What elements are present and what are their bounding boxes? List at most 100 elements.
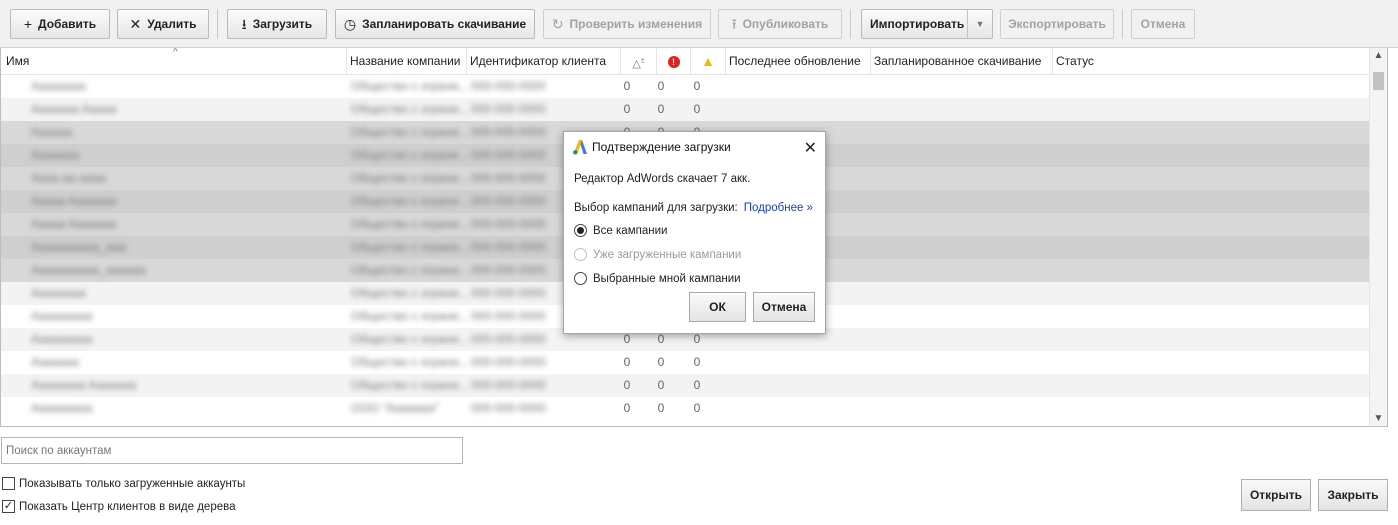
cell-company: Общество с ограни... bbox=[351, 309, 469, 323]
cell-client-id: 000-000-0000 bbox=[471, 355, 546, 369]
column-client-id[interactable]: Идентификатор клиента bbox=[467, 48, 621, 74]
delete-button[interactable]: ✕ Удалить bbox=[117, 9, 209, 39]
cell-client-id: 000-000-0000 bbox=[471, 332, 546, 346]
cell-name: Aaaaaaaaaa_aaa bbox=[31, 240, 126, 254]
add-button[interactable]: + Добавить bbox=[10, 9, 110, 39]
column-warnings[interactable]: ▲ bbox=[691, 48, 726, 74]
cell-company: Общество с ограни... bbox=[351, 240, 469, 254]
cell-name: Aaaaaaaaaa_aaaaaa bbox=[31, 263, 146, 277]
download-icon: ⭳ bbox=[241, 16, 247, 32]
cell-company: ООО "Aaaaaaa" bbox=[351, 401, 439, 415]
dialog-cancel-button[interactable]: Отмена bbox=[753, 292, 815, 322]
dialog-close-icon[interactable]: ✕ bbox=[804, 138, 817, 158]
more-info-link[interactable]: Подробнее » bbox=[744, 202, 813, 214]
cell-company: Общество с ограни... bbox=[351, 355, 469, 369]
toolbar-divider bbox=[217, 9, 218, 39]
cell-client-id: 000-000-0000 bbox=[471, 240, 546, 254]
checkbox-unchecked[interactable] bbox=[2, 477, 15, 490]
account-search-input[interactable] bbox=[1, 437, 463, 464]
column-changes[interactable]: △± bbox=[621, 48, 657, 74]
checkbox-checked[interactable]: ✓ bbox=[2, 500, 15, 513]
vertical-scrollbar[interactable]: ▲ ▼ bbox=[1369, 48, 1387, 426]
radio-button[interactable] bbox=[574, 248, 587, 261]
radio-selected-campaigns[interactable]: Выбранные мной кампании bbox=[574, 272, 741, 285]
scrollbar-thumb[interactable] bbox=[1373, 72, 1384, 90]
cell-name: Aaaaaaaa bbox=[31, 79, 86, 93]
only-loaded-checkbox-row[interactable]: Показывать только загруженные аккаунты bbox=[2, 477, 245, 490]
cell-company: Общество с ограни... bbox=[351, 79, 469, 93]
cell-client-id: 000-000-0000 bbox=[471, 378, 546, 392]
cell-company: Общество с ограни... bbox=[351, 125, 469, 139]
table-row[interactable]: Aaaaaaaaa ООО "Aaaaaaa" 000-000-0000 0 0 0 bbox=[1, 397, 1371, 420]
cell-warnings-count: 0 bbox=[693, 102, 701, 116]
column-company[interactable]: Название компании bbox=[347, 48, 467, 74]
ok-button[interactable]: ОК bbox=[689, 292, 746, 322]
cell-client-id: 000-000-0000 bbox=[471, 217, 546, 231]
cell-name: Aaaaaa bbox=[31, 125, 73, 139]
column-scheduled[interactable]: Запланированное скачивание bbox=[871, 48, 1053, 74]
cell-company: Общество с ограни... bbox=[351, 194, 469, 208]
cell-changes-count: 0 bbox=[623, 378, 631, 392]
error-icon: ! bbox=[667, 55, 680, 68]
cell-errors-count: 0 bbox=[657, 401, 665, 415]
column-name[interactable]: ^ Имя bbox=[3, 48, 347, 74]
cell-client-id: 000-000-0000 bbox=[471, 171, 546, 185]
cell-name: Aaaaaaaaa bbox=[31, 309, 93, 323]
dialog-message: Редактор AdWords скачает 7 акк. bbox=[574, 173, 751, 185]
toolbar-divider bbox=[1122, 9, 1123, 39]
open-button[interactable]: Открыть bbox=[1241, 479, 1311, 511]
cell-client-id: 000-000-0000 bbox=[471, 263, 546, 277]
cell-name: Aaaaaaa bbox=[31, 355, 80, 369]
publish-button[interactable]: ⭱ Опубликовать bbox=[718, 9, 842, 39]
tree-view-checkbox-row[interactable]: ✓ Показать Центр клиентов в виде дерева bbox=[2, 500, 235, 513]
close-button[interactable]: Закрыть bbox=[1318, 479, 1388, 511]
cell-warnings-count: 0 bbox=[693, 355, 701, 369]
radio-loaded-campaigns[interactable]: Уже загруженные кампании bbox=[574, 248, 741, 261]
cell-name: Aaaaaaaaa bbox=[31, 332, 93, 346]
cell-name: Aaaaa Aaaaaaa bbox=[31, 217, 117, 231]
cell-warnings-count: 0 bbox=[693, 378, 701, 392]
cell-name: Aaaaaaa Aaaaa bbox=[31, 102, 117, 116]
column-status[interactable]: Статус bbox=[1053, 48, 1371, 74]
cell-name: Aaaa aa aaaa bbox=[31, 171, 106, 185]
campaign-choice-row: Выбор кампаний для загрузки: Подробнее » bbox=[574, 202, 813, 214]
cell-errors-count: 0 bbox=[657, 378, 665, 392]
radio-button[interactable] bbox=[574, 224, 587, 237]
cell-client-id: 000-000-0000 bbox=[471, 79, 546, 93]
cell-company: Общество с ограни... bbox=[351, 286, 469, 300]
table-row[interactable]: Aaaaaaaa Aaaaaaa Общество с ограни... 000-… bbox=[1, 374, 1371, 397]
close-icon: ✕ bbox=[129, 16, 142, 32]
cell-errors-count: 0 bbox=[657, 102, 665, 116]
download-confirm-dialog: Подтверждение загрузки ✕ Редактор AdWord… bbox=[563, 131, 826, 334]
scroll-down-icon[interactable]: ▼ bbox=[1370, 413, 1387, 424]
refresh-icon: ↻ bbox=[551, 16, 564, 32]
cell-name: Aaaaaaaa bbox=[31, 286, 86, 300]
column-errors[interactable]: ! bbox=[657, 48, 691, 74]
check-changes-button[interactable]: ↻ Проверить изменения bbox=[543, 9, 711, 39]
cell-name: Aaaaaaa bbox=[31, 148, 80, 162]
download-button[interactable]: ⭳ Загрузить bbox=[227, 9, 327, 39]
adwords-logo-icon bbox=[573, 140, 587, 155]
toolbar-cancel-button[interactable]: Отмена bbox=[1131, 9, 1195, 39]
table-row[interactable]: Aaaaaaaa Общество с ограни... 000-000-0000… bbox=[1, 75, 1371, 98]
column-last-update[interactable]: Последнее обновление bbox=[726, 48, 871, 74]
cell-changes-count: 0 bbox=[623, 355, 631, 369]
cell-company: Общество с ограни... bbox=[351, 171, 469, 185]
cell-company: Общество с ограни... bbox=[351, 102, 469, 116]
cell-client-id: 000-000-0000 bbox=[471, 102, 546, 116]
export-button[interactable]: Экспортировать bbox=[1000, 9, 1114, 39]
cell-name: Aaaaaaaaa bbox=[31, 401, 93, 415]
radio-all-campaigns[interactable]: Все кампании bbox=[574, 224, 667, 237]
scroll-up-icon[interactable]: ▲ bbox=[1370, 50, 1387, 61]
table-row[interactable]: Aaaaaaa Aaaaa Общество с ограни... 000-000… bbox=[1, 98, 1371, 121]
radio-button[interactable] bbox=[574, 272, 587, 285]
cell-errors-count: 0 bbox=[657, 355, 665, 369]
table-row[interactable]: Aaaaaaa Общество с ограни...000-000-0000 0… bbox=[1, 351, 1371, 374]
cell-changes-count: 0 bbox=[623, 102, 631, 116]
cell-client-id: 000-000-0000 bbox=[471, 194, 546, 208]
delta-icon: △± bbox=[632, 57, 645, 70]
schedule-download-button[interactable]: ◷ Запланировать скачивание bbox=[335, 9, 535, 39]
import-dropdown-button[interactable]: Импортировать ▼ bbox=[861, 9, 993, 39]
cell-changes-count: 0 bbox=[623, 79, 631, 93]
cell-company: Общество с ограни... bbox=[351, 148, 469, 162]
